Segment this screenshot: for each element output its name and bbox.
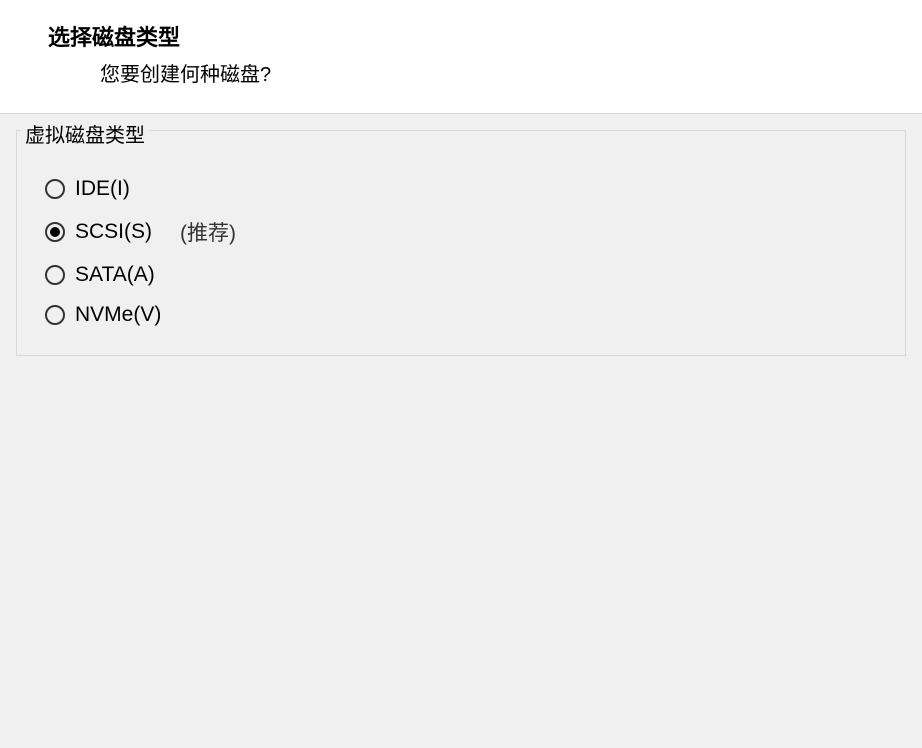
wizard-header: 选择磁盘类型 您要创建何种磁盘? (0, 0, 922, 114)
disk-type-group: 虚拟磁盘类型 IDE(I)SCSI(S)(推荐)SATA(A)NVMe(V) (16, 130, 906, 356)
radio-container: IDE(I) SCSI(S) (推荐) SATA(A) NVMe(V) (37, 169, 885, 335)
radio-label: NVMe(V) (75, 303, 161, 327)
page-title: 选择磁盘类型 (0, 20, 922, 52)
radio-icon (45, 179, 65, 199)
page-subtitle: 您要创建何种磁盘? (0, 58, 922, 87)
radio-icon (45, 265, 65, 285)
radio-dot-icon (50, 227, 60, 237)
radio-option-ide[interactable]: IDE(I) (37, 169, 885, 209)
radio-option-sata[interactable]: SATA(A) (37, 255, 885, 295)
radio-hint: (推荐) (180, 217, 236, 247)
radio-icon (45, 222, 65, 242)
radio-icon (45, 305, 65, 325)
radio-option-scsi[interactable]: SCSI(S) (推荐) (37, 209, 885, 255)
group-legend: 虚拟磁盘类型 (21, 119, 149, 148)
content-area: 虚拟磁盘类型 IDE(I) SCSI(S) (推荐) SATA(A) NVMe(V) (0, 114, 922, 372)
radio-label: SCSI(S) (75, 220, 152, 244)
radio-label: SATA(A) (75, 263, 155, 287)
radio-label: IDE(I) (75, 177, 130, 201)
radio-option-nvme[interactable]: NVMe(V) (37, 295, 885, 335)
